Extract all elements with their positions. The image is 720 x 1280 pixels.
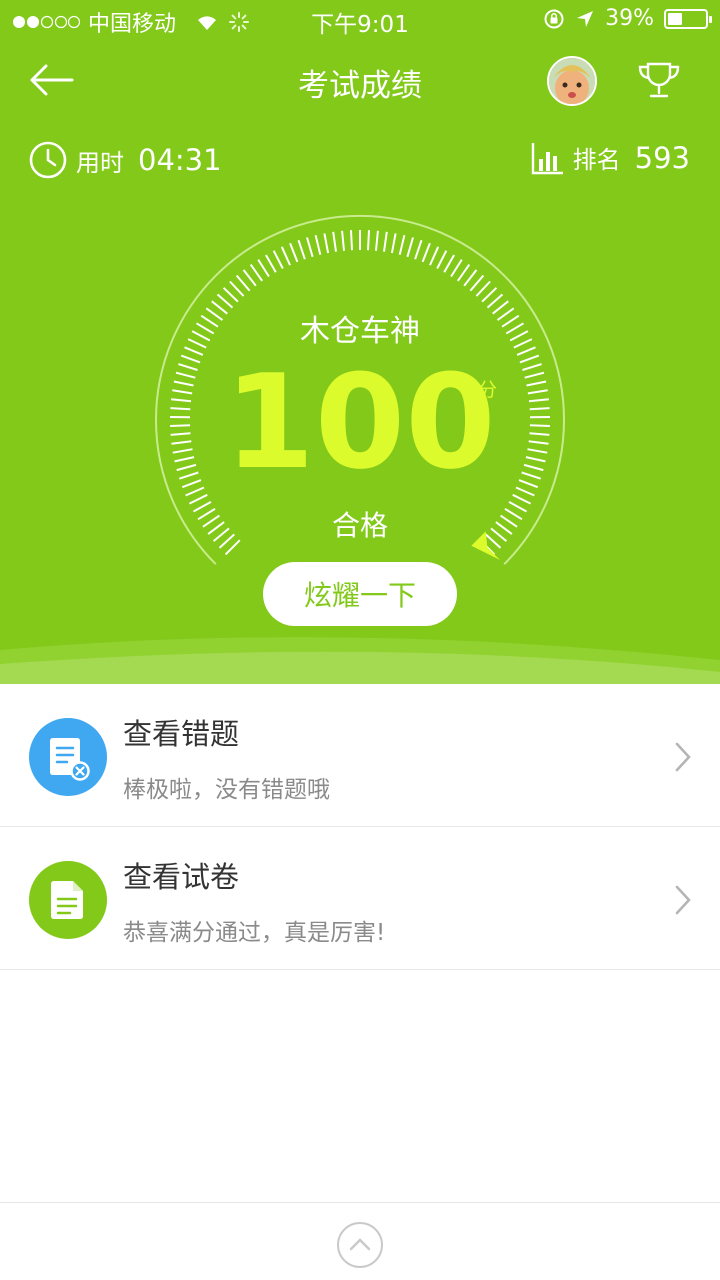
gauge-tick <box>398 234 406 255</box>
list-item-title: 查看试卷 <box>123 860 240 894</box>
gauge-tick <box>463 269 478 287</box>
gauge-tick <box>297 239 306 260</box>
driver-title: 木仓车神 <box>300 314 420 349</box>
gauge-tick <box>367 230 370 251</box>
score-value: 100 <box>224 346 496 498</box>
list-item-subtitle: 棒极啦，没有错题哦 <box>123 777 330 803</box>
gauge-tick <box>289 242 299 263</box>
gauge-tick <box>229 280 245 297</box>
bottom-bar <box>0 1202 720 1280</box>
gauge-tick <box>280 246 291 266</box>
list-item-exam-paper[interactable]: 查看试卷 恭喜满分通过，真是厉害! <box>0 827 720 970</box>
gauge-tick <box>469 274 485 292</box>
chevron-up-icon[interactable] <box>336 1221 384 1269</box>
gauge-tick <box>314 234 322 255</box>
gauge-tick <box>265 254 277 273</box>
gauge-tick <box>341 230 345 251</box>
score-unit: 分 <box>478 379 498 401</box>
gauge-tick <box>443 254 455 273</box>
gauge-tick <box>188 493 208 505</box>
gauge-tick <box>332 231 337 252</box>
chevron-right-icon <box>675 742 691 772</box>
gauge-tick <box>456 264 471 282</box>
gauge-tick <box>222 287 239 303</box>
gauge-tick <box>323 233 330 254</box>
pass-status: 合格 <box>331 509 388 542</box>
gauge-tick <box>406 237 414 258</box>
gauge-tick <box>414 239 423 260</box>
gauge-tick <box>475 280 491 297</box>
gauge-tick <box>481 287 498 303</box>
chevron-right-icon <box>675 885 691 915</box>
wrong-questions-icon <box>29 718 107 796</box>
gauge-tick <box>257 259 270 278</box>
list-item-wrong-questions[interactable]: 查看错题 棒极啦，没有错题哦 <box>0 684 720 827</box>
exam-paper-glyph <box>51 881 83 919</box>
list-item-title: 查看错题 <box>123 717 240 751</box>
gauge-tick <box>350 230 353 251</box>
wrong-questions-glyph <box>50 738 90 781</box>
gauge-tick <box>450 259 463 278</box>
gauge-tick <box>375 230 379 251</box>
exam-paper-icon <box>29 861 107 939</box>
list-item-subtitle: 恭喜满分通过，真是厉害! <box>123 920 386 946</box>
gauge-tick <box>512 493 532 505</box>
action-list: 查看错题 棒极啦，没有错题哦 查看试卷 恭喜满分通过，真是厉害! <box>0 684 720 970</box>
gauge-tick <box>249 264 264 282</box>
gauge-tick <box>436 250 448 269</box>
result-header: 中国移动 下午9:01 39% 考试成绩 用时 04:31 排名 593 木仓车… <box>0 0 720 684</box>
gauge-tick <box>429 246 440 266</box>
gauge-tick <box>383 231 388 252</box>
gauge-tick <box>390 233 397 254</box>
gauge-tick <box>235 274 251 292</box>
gauge-tick <box>272 250 284 269</box>
gauge-tick <box>306 237 314 258</box>
gauge-tick <box>242 269 257 287</box>
gauge-tick <box>421 242 431 263</box>
share-button[interactable]: 炫耀一下 <box>263 562 457 626</box>
